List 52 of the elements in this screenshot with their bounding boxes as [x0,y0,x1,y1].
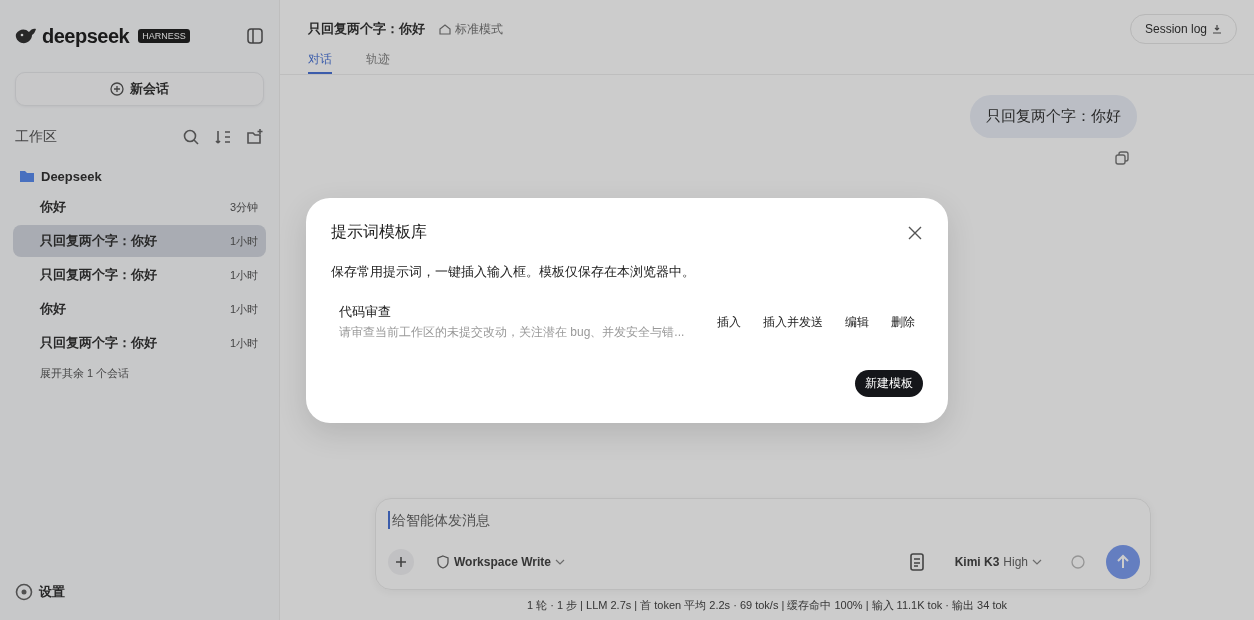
tab[interactable]: 对话 [308,47,332,74]
document-icon [908,553,925,571]
folder-name: Deepseek [41,168,102,184]
dialog-description: 保存常用提示词，一键插入输入框。模板仅保存在本浏览器中。 [331,263,696,281]
session-item[interactable]: 只回复两个字：你好 1小时 [13,225,266,257]
send-button[interactable] [1106,545,1140,579]
user-message: 只回复两个字：你好 [970,95,1137,138]
new-folder-icon [246,128,264,146]
template-action-button[interactable]: 编辑 [845,309,869,335]
sidebar-toggle-icon [246,27,264,45]
close-icon [907,224,923,241]
session-log-button[interactable]: Session log [1129,14,1237,44]
shield-icon [436,555,450,569]
expand-link[interactable]: 展开其余 1 个会话 [15,366,264,381]
section-label: 工作区 [15,128,58,146]
permission-selector[interactable]: Workspace Write [436,555,565,569]
plus-circle-icon [110,82,124,96]
close-button[interactable] [907,224,923,241]
session-item[interactable]: 只回复两个字：你好 1小时 [13,259,266,291]
settings-label[interactable]: 设置 [39,583,65,601]
brand-name: deepseek [42,24,130,48]
copy-icon [1114,150,1130,166]
template-action-button[interactable]: 插入并发送 [763,309,823,335]
template-name: 代码审查 [339,303,392,321]
search-icon [182,128,200,146]
arrow-up-icon [1116,554,1130,570]
template-action-button[interactable]: 删除 [891,309,915,335]
new-template-button[interactable]: 新建模板 [855,370,923,397]
folder-icon [19,169,35,183]
message-composer[interactable]: 给智能体发消息 Workspace Write Kimi K3 High [375,498,1151,590]
settings-icon [15,583,33,601]
add-button[interactable] [388,549,414,575]
new-chat-button[interactable]: 新会话 [15,72,264,106]
stop-circle-icon [1070,554,1086,570]
session-item[interactable]: 你好 1小时 [13,293,266,325]
template-preview: 请审查当前工作区的未提交改动，关注潜在 bug、并发安全与错... [339,324,686,341]
status-text: 1 轮 · 1 步 | LLM 2.7s | 首 token 平均 2.2s · 69 tok/s | 缓存命中 100% | 输入 11.1K tok · 输出 34 tok [525,598,1009,613]
download-icon [1212,24,1222,34]
chat-title: 只回复两个字：你好 [308,20,425,38]
edition-badge: HARNESS [138,29,190,43]
dialog-title: 提示词模板库 [331,222,427,242]
template-action-button[interactable]: 插入 [717,309,741,335]
chevron-down-icon [1032,558,1042,566]
chevron-down-icon [554,558,565,566]
mode-label: 标准模式 [455,20,503,38]
session-item[interactable]: 你好 3分钟 [13,191,266,223]
plus-icon [395,556,407,568]
tab[interactable]: 轨迹 [366,47,390,74]
session-item[interactable]: 只回复两个字：你好 1小时 [13,327,266,359]
house-icon [439,23,451,35]
sort-icon [214,128,232,146]
model-selector[interactable]: Kimi K3 High [954,555,1042,569]
